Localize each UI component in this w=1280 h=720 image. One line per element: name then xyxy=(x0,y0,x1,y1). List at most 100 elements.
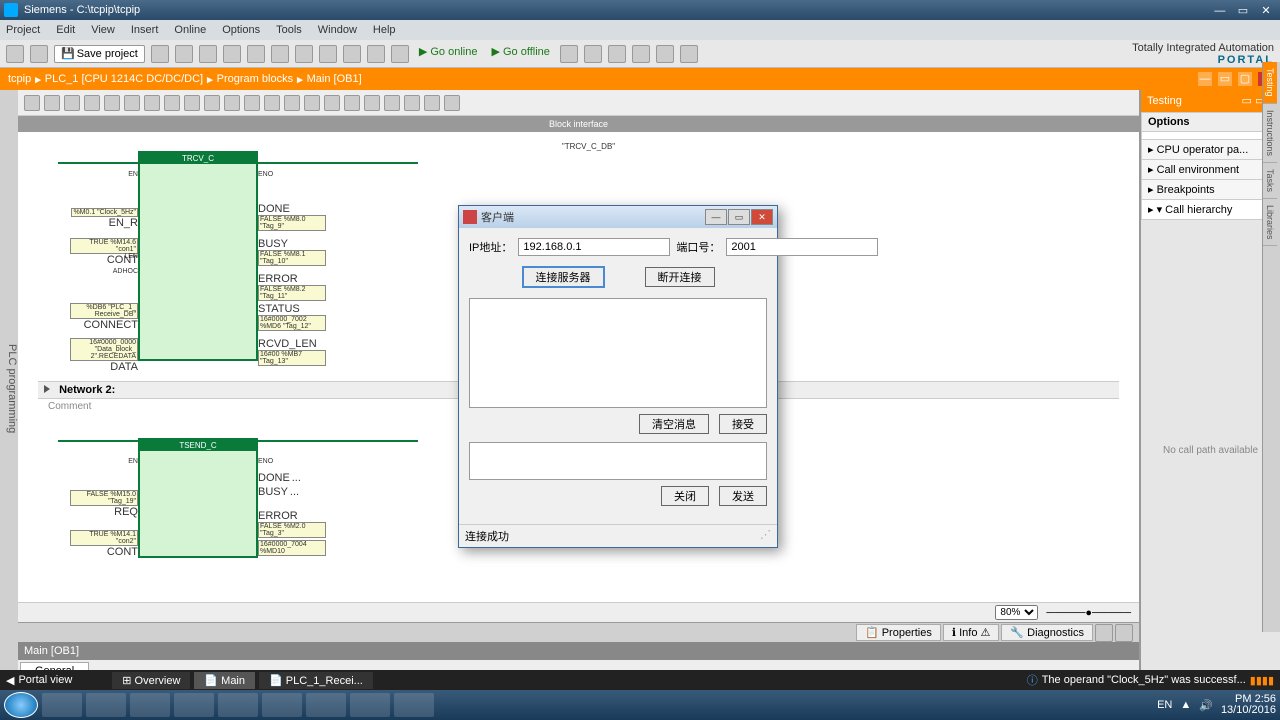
download-button[interactable] xyxy=(343,45,361,63)
maximize-button[interactable]: ▭ xyxy=(1233,4,1253,17)
zoom-select[interactable]: 80% xyxy=(995,605,1038,620)
tray-lang[interactable]: EN xyxy=(1157,699,1172,711)
receive-textarea[interactable] xyxy=(469,298,767,408)
crumb-project[interactable]: tcpip xyxy=(8,73,31,85)
crumb-main[interactable]: Main [OB1] xyxy=(307,73,362,85)
send-button[interactable]: 发送 xyxy=(719,486,767,506)
et-btn[interactable] xyxy=(204,95,220,111)
split-h-button[interactable] xyxy=(656,45,674,63)
et-btn[interactable] xyxy=(304,95,320,111)
dlg-maximize-button[interactable]: ▭ xyxy=(728,209,750,225)
taskbar-vs[interactable] xyxy=(262,693,302,717)
tab-overview[interactable]: ⊞ Overview xyxy=(112,672,190,689)
et-btn[interactable] xyxy=(44,95,60,111)
taskbar-tia[interactable] xyxy=(174,693,214,717)
taskbar-client[interactable] xyxy=(394,693,434,717)
copy-button[interactable] xyxy=(199,45,217,63)
et-btn[interactable] xyxy=(264,95,280,111)
minimize-button[interactable]: — xyxy=(1210,5,1230,17)
menu-tools[interactable]: Tools xyxy=(276,24,302,36)
resize-grip[interactable]: ⋰ xyxy=(760,528,771,544)
et-btn[interactable] xyxy=(404,95,420,111)
taskbar-media[interactable] xyxy=(130,693,170,717)
collapse-icon[interactable] xyxy=(44,385,50,393)
split-v-button[interactable] xyxy=(680,45,698,63)
vtab-testing[interactable]: Testing xyxy=(1263,62,1277,104)
portal-view-button[interactable]: Portal view xyxy=(6,674,72,687)
menu-window[interactable]: Window xyxy=(318,24,357,36)
simulate-button[interactable] xyxy=(391,45,409,63)
tool-btn-d[interactable] xyxy=(632,45,650,63)
tool-btn-b[interactable] xyxy=(584,45,602,63)
block-interface-bar[interactable]: Block interface xyxy=(18,116,1139,132)
tray-clock[interactable]: PM 2:5613/10/2016 xyxy=(1221,694,1276,716)
sb-item-callenv[interactable]: Call environment xyxy=(1141,160,1280,180)
undo-button[interactable] xyxy=(271,45,289,63)
disconnect-button[interactable]: 断开连接 xyxy=(645,267,715,287)
editor-maximize-button[interactable]: ▢ xyxy=(1238,72,1252,86)
et-btn[interactable] xyxy=(244,95,260,111)
go-online-button[interactable]: ▶ Go online xyxy=(415,45,482,63)
et-btn[interactable] xyxy=(24,95,40,111)
et-btn[interactable] xyxy=(344,95,360,111)
taskbar-ie[interactable] xyxy=(42,693,82,717)
sb-btn[interactable]: ▭ xyxy=(1242,95,1252,107)
editor-minimize-button[interactable]: — xyxy=(1198,72,1212,86)
et-btn[interactable] xyxy=(384,95,400,111)
et-btn[interactable] xyxy=(124,95,140,111)
tray-net-icon[interactable]: 🔊 xyxy=(1199,699,1213,712)
tab-main[interactable]: 📄 Main xyxy=(194,672,255,689)
menu-project[interactable]: Project xyxy=(6,24,40,36)
crumb-plc[interactable]: PLC_1 [CPU 1214C DC/DC/DC] xyxy=(45,73,203,85)
et-btn[interactable] xyxy=(84,95,100,111)
et-btn[interactable] xyxy=(64,95,80,111)
inspector-btn[interactable] xyxy=(1115,624,1133,642)
send-textarea[interactable] xyxy=(469,442,767,480)
tool-btn-c[interactable] xyxy=(608,45,626,63)
sb-item-cpu[interactable]: CPU operator pa... xyxy=(1141,140,1280,160)
menu-options[interactable]: Options xyxy=(222,24,260,36)
inspector-btn[interactable] xyxy=(1095,624,1113,642)
paste-button[interactable] xyxy=(223,45,241,63)
upload-button[interactable] xyxy=(367,45,385,63)
left-strip-plc[interactable]: PLC programming xyxy=(0,90,18,680)
crumb-blocks[interactable]: Program blocks xyxy=(217,73,293,85)
et-btn[interactable] xyxy=(184,95,200,111)
taskbar-explorer[interactable] xyxy=(86,693,126,717)
et-btn[interactable] xyxy=(444,95,460,111)
accept-button[interactable]: 接受 xyxy=(719,414,767,434)
vtab-instructions[interactable]: Instructions xyxy=(1263,104,1277,163)
et-btn[interactable] xyxy=(284,95,300,111)
tab-plc-receive[interactable]: 📄 PLC_1_Recei... xyxy=(259,672,373,689)
menu-insert[interactable]: Insert xyxy=(131,24,159,36)
et-btn[interactable] xyxy=(164,95,180,111)
menu-online[interactable]: Online xyxy=(174,24,206,36)
redo-button[interactable] xyxy=(295,45,313,63)
save-project-button[interactable]: 💾 Save project xyxy=(54,45,145,63)
menu-view[interactable]: View xyxy=(91,24,115,36)
et-btn[interactable] xyxy=(224,95,240,111)
tool-btn-a[interactable] xyxy=(560,45,578,63)
print-button[interactable] xyxy=(151,45,169,63)
dlg-minimize-button[interactable]: — xyxy=(705,209,727,225)
cut-button[interactable] xyxy=(175,45,193,63)
dialog-titlebar[interactable]: 客户端 — ▭ ✕ xyxy=(459,206,777,228)
editor-restore-button[interactable]: ▭ xyxy=(1218,72,1232,86)
delete-button[interactable] xyxy=(247,45,265,63)
clear-button[interactable]: 清空消息 xyxy=(639,414,709,434)
vtab-libraries[interactable]: Libraries xyxy=(1263,199,1277,247)
taskbar-app2[interactable] xyxy=(350,693,390,717)
new-project-button[interactable] xyxy=(6,45,24,63)
connect-button[interactable]: 连接服务器 xyxy=(522,266,605,288)
sb-item-hierarchy[interactable]: ▾ Call hierarchy xyxy=(1141,200,1280,220)
close-dlg-button[interactable]: 关闭 xyxy=(661,486,709,506)
compile-button[interactable] xyxy=(319,45,337,63)
dlg-close-button[interactable]: ✕ xyxy=(751,209,773,225)
tab-properties[interactable]: 📋 Properties xyxy=(856,624,941,641)
taskbar-paint[interactable] xyxy=(306,693,346,717)
et-btn[interactable] xyxy=(144,95,160,111)
tab-info[interactable]: ℹ Info ⚠ xyxy=(943,624,1000,641)
open-project-button[interactable] xyxy=(30,45,48,63)
et-btn[interactable] xyxy=(364,95,380,111)
vtab-tasks[interactable]: Tasks xyxy=(1263,163,1277,199)
